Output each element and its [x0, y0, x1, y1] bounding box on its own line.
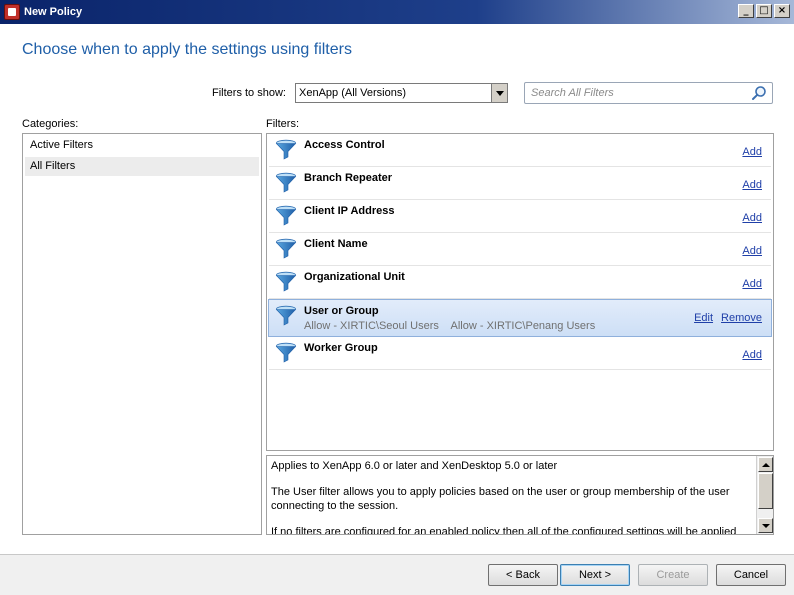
filter-row-user-or-group[interactable]: User or Group Allow - XIRTIC\Seoul Users…	[268, 299, 772, 337]
filters-to-show-label: Filters to show:	[212, 87, 286, 99]
filter-row-worker-group[interactable]: Worker Group Add	[269, 337, 771, 370]
description-scrollbar[interactable]	[756, 456, 773, 534]
minimize-icon[interactable]: _	[738, 4, 754, 18]
filter-actions: Edit Remove	[694, 312, 762, 324]
categories-list: Active Filters All Filters	[22, 133, 262, 535]
description-panel: Applies to XenApp 6.0 or later and XenDe…	[266, 455, 774, 535]
title-bar: New Policy _ □ ×	[0, 0, 794, 24]
next-button[interactable]: Next >	[560, 564, 630, 586]
dialog-footer: < Back Next > Create Cancel	[0, 555, 794, 595]
add-filter-link[interactable]: Add	[742, 349, 762, 361]
filter-name: Worker Group	[304, 342, 378, 354]
filter-row-branch-repeater[interactable]: Branch Repeater Add	[269, 167, 771, 200]
scroll-up-icon[interactable]	[758, 457, 773, 472]
add-filter-link[interactable]: Add	[742, 179, 762, 191]
create-button[interactable]: Create	[638, 564, 708, 586]
filters-list: Access Control Add Branch Repeater Add C…	[266, 133, 774, 451]
description-line: Applies to XenApp 6.0 or later and XenDe…	[271, 460, 558, 472]
close-icon[interactable]: ×	[774, 4, 790, 18]
filter-row-access-control[interactable]: Access Control Add	[269, 134, 771, 167]
add-filter-link[interactable]: Add	[742, 146, 762, 158]
filter-name: Client Name	[304, 238, 368, 250]
filter-detail: Allow - XIRTIC\Seoul Users Allow - XIRTI…	[304, 320, 596, 332]
filter-name: Access Control	[304, 139, 385, 151]
add-filter-link[interactable]: Add	[742, 212, 762, 224]
filter-name: Branch Repeater	[304, 172, 393, 184]
search-box[interactable]	[524, 82, 773, 104]
edit-filter-link[interactable]: Edit	[694, 312, 713, 324]
category-item-all-filters[interactable]: All Filters	[25, 157, 259, 176]
filter-name: User or Group	[304, 305, 379, 317]
page-title: Choose when to apply the settings using …	[22, 41, 352, 58]
window-controls: _ □ ×	[738, 4, 790, 18]
add-filter-link[interactable]: Add	[742, 278, 762, 290]
categories-label: Categories:	[22, 118, 79, 130]
search-icon[interactable]	[751, 85, 767, 101]
remove-filter-link[interactable]: Remove	[721, 312, 762, 324]
filter-row-organizational-unit[interactable]: Organizational Unit Add	[269, 266, 771, 299]
filter-row-client-ip-address[interactable]: Client IP Address Add	[269, 200, 771, 233]
description-line: The User filter allows you to apply poli…	[271, 486, 730, 512]
description-line: If no filters are configured for an enab…	[271, 526, 737, 535]
category-item-active-filters[interactable]: Active Filters	[25, 136, 259, 155]
cancel-button[interactable]: Cancel	[716, 564, 786, 586]
scroll-down-icon[interactable]	[758, 518, 773, 533]
filters-to-show-value: XenApp (All Versions)	[299, 87, 406, 99]
description-text: Applies to XenApp 6.0 or later and XenDe…	[271, 459, 753, 535]
filters-label: Filters:	[266, 118, 299, 130]
filters-to-show-select[interactable]: XenApp (All Versions)	[295, 83, 508, 103]
funnel-icon	[275, 305, 297, 326]
funnel-icon	[275, 172, 297, 193]
back-button[interactable]: < Back	[488, 564, 558, 586]
chevron-down-icon[interactable]	[491, 84, 507, 102]
funnel-icon	[275, 342, 297, 363]
funnel-icon	[275, 271, 297, 292]
funnel-icon	[275, 205, 297, 226]
filter-row-client-name[interactable]: Client Name Add	[269, 233, 771, 266]
funnel-icon	[275, 238, 297, 259]
filter-name: Client IP Address	[304, 205, 395, 217]
add-filter-link[interactable]: Add	[742, 245, 762, 257]
funnel-icon	[275, 139, 297, 160]
window-title: New Policy	[24, 6, 83, 18]
dialog-content: Choose when to apply the settings using …	[0, 24, 794, 554]
app-icon	[4, 4, 20, 20]
filter-name: Organizational Unit	[304, 271, 405, 283]
scroll-thumb[interactable]	[758, 473, 773, 509]
maximize-icon[interactable]: □	[756, 4, 772, 18]
search-input[interactable]	[525, 83, 745, 103]
